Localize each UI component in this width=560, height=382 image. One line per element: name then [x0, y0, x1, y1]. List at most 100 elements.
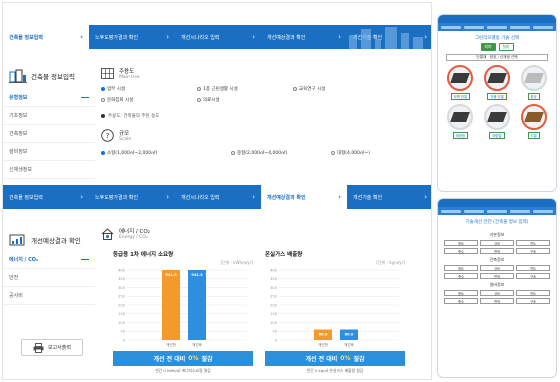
nav-label: 건축물 정보입력 — [9, 194, 43, 201]
tech-card[interactable]: 태양열 — [481, 104, 514, 139]
radio-small[interactable]: 소형(1,000㎡~2,000㎡) — [101, 150, 231, 156]
nav-step-technology[interactable]: 개선기술 확인 › — [347, 185, 431, 209]
note-text: 주용도: 건축물의 주된 용도 — [108, 114, 160, 119]
desktop-panel: 건축물 정보입력 › 노후도평가결과 확인 › 개선시나리오 입력 › 개선예상결과 … — [2, 2, 432, 380]
energy-label: 에너지 / CO₂ — [119, 229, 150, 235]
saving-note: 연간 0 kg/㎡ 온실가스 배출량 절감 — [306, 368, 364, 373]
radio-office[interactable]: 업무 시설 — [101, 86, 197, 92]
sidebar-item-cost[interactable]: 공사비 — [3, 287, 95, 305]
nav-step-building-info[interactable]: 건축물 정보입력 › — [3, 185, 89, 209]
form-field[interactable]: 용도 — [444, 265, 478, 271]
nav-step-expected-result[interactable]: 개선예상결과 확인 › — [261, 185, 347, 209]
bar-value-label: 941.3 — [165, 273, 177, 277]
form-field[interactable]: 연도 — [516, 265, 550, 271]
tech-image — [483, 104, 510, 130]
saving-note: 연간 0 kWh/㎡ 에너지소요량 절감 — [155, 368, 211, 373]
bar-value-label: 60.0 — [319, 333, 328, 337]
sidebar-item-architecture[interactable]: 건축정보 — [3, 125, 95, 143]
radio-education[interactable]: 교육연구 시설 — [293, 86, 389, 92]
form-field[interactable]: 규모 — [480, 265, 514, 271]
bar-value-label: 60.0 — [345, 333, 354, 337]
printer-icon — [33, 342, 44, 353]
y-tick-label: 0 — [123, 338, 126, 342]
step-nav-bottom: 건축물 정보입력 › 노후도평가결과 확인 › 개선시나리오 입력 › 개선예상결과 … — [3, 185, 431, 209]
tech-card[interactable]: 지열 — [517, 104, 550, 139]
phone-title: 그린리모델링 기술 선택 — [474, 36, 520, 41]
sidebar-item-type[interactable]: 유형정보 — [3, 89, 95, 107]
form-field[interactable]: 면적 — [480, 273, 514, 279]
question-circle-icon: ? — [101, 129, 114, 142]
tab-equipment[interactable]: 설비 — [498, 43, 514, 51]
tech-image — [483, 65, 510, 91]
sidebar-item-safety[interactable]: 안전 — [3, 269, 95, 287]
sidebar-item-equipment[interactable]: 설비정보 — [3, 143, 95, 161]
form-section-title: 설비정보 — [489, 282, 505, 287]
ghg-chart-panel: 온실가스 배출량 [단위 : kg/㎡yr] 400 350 300 250 200 15… — [265, 250, 405, 378]
radio-culture[interactable]: 문화집회 시설 — [101, 97, 197, 103]
form-field[interactable]: 층수 — [444, 248, 478, 254]
sidebar-item-label: 공사비 — [9, 293, 23, 299]
radio-large[interactable]: 대형(4,000㎡~) — [331, 150, 421, 156]
sidebar-item-label: 에너지 / CO₂ — [9, 257, 39, 263]
phone-form: 기본정보 용도 규모 연도 층수 면적 구조 건축정보 용도 규모 연도 층수 … — [438, 227, 556, 308]
phone-step-tabs[interactable] — [438, 23, 556, 31]
radio-medical[interactable]: 의료시설 — [197, 97, 293, 103]
tab-envelope[interactable]: 외피 — [480, 43, 496, 51]
y-tick-label: 100 — [118, 321, 126, 325]
x-category-label: 개선전 — [318, 342, 328, 347]
nav-step-aging-result[interactable]: 노후도평가결과 확인 › — [89, 25, 175, 49]
phone-step-tabs[interactable] — [438, 207, 556, 215]
building-info-form: 주용도 Main Use 업무 시설 1종 근린생활 시설 교육연구 시설 문화… — [101, 67, 425, 156]
tech-card[interactable]: 태양광 — [444, 104, 477, 139]
radio-medium[interactable]: 중형(2,000㎡~4,000㎡) — [231, 150, 331, 156]
form-field[interactable]: 구조 — [516, 298, 550, 304]
form-field[interactable]: 연도 — [516, 290, 550, 296]
y-tick-label: 400 — [270, 268, 278, 272]
tech-image — [447, 65, 474, 91]
saving-prefix: 개선 전 대비 — [153, 356, 186, 363]
saving-suffix: 절감 — [353, 356, 365, 363]
form-field[interactable]: 면적 — [480, 248, 514, 254]
energy-chart-panel: 등급용 1차 에너지 소요량 [단위 : kWh/㎡yr] 400 350 300 2… — [113, 250, 253, 378]
section-header: 개선예상결과 확인 — [3, 229, 95, 251]
radio-dot — [293, 87, 297, 91]
nav-step-building-info[interactable]: 건축물 정보입력 › — [3, 25, 89, 49]
nav-step-aging-result[interactable]: 노후도평가결과 확인 › — [89, 185, 175, 209]
form-field[interactable]: 연도 — [516, 240, 550, 246]
radio-neighborhood[interactable]: 1종 근린생활 시설 — [197, 86, 293, 92]
bar-개선후 — [188, 270, 206, 340]
nav-step-scenario-input[interactable]: 개선시나리오 입력 › — [175, 185, 261, 209]
y-tick-label: 0 — [275, 338, 278, 342]
form-row: 층수 면적 구조 — [444, 298, 550, 304]
tech-image — [447, 104, 474, 130]
tech-card[interactable]: 외벽 단열 — [444, 65, 477, 100]
sidebar-item-energy[interactable]: 에너지 / CO₂ — [3, 251, 95, 269]
chart-title: 온실가스 배출량 — [265, 252, 303, 258]
sidebar-item-basic[interactable]: 기초정보 — [3, 107, 95, 125]
phone-select[interactable]: 단열재 · 창호 / 신재생 선택 — [446, 54, 548, 61]
y-tick-label: 400 — [118, 268, 126, 272]
form-field[interactable]: 용도 — [444, 290, 478, 296]
tech-card[interactable]: 지붕 단열 — [481, 65, 514, 100]
nav-label: 노후도평가결과 확인 — [95, 34, 138, 41]
nav-step-scenario-input[interactable]: 개선시나리오 입력 › — [175, 25, 261, 49]
sidebar-item-label: 설비정보 — [9, 149, 28, 155]
form-field[interactable]: 면적 — [480, 298, 514, 304]
form-field[interactable]: 층수 — [444, 298, 478, 304]
nav-step-expected-result[interactable]: 개선예상결과 확인 › — [261, 25, 347, 49]
form-field[interactable]: 용도 — [444, 240, 478, 246]
form-field[interactable]: 구조 — [516, 248, 550, 254]
form-field[interactable]: 구조 — [516, 273, 550, 279]
chevron-right-icon: › — [80, 193, 83, 201]
tech-card[interactable]: 창호 — [517, 65, 550, 100]
form-field[interactable]: 규모 — [480, 290, 514, 296]
form-section-title: 건축정보 — [489, 257, 505, 262]
form-field[interactable]: 층수 — [444, 273, 478, 279]
sidebar-item-renewable[interactable]: 신재생정보 — [3, 161, 95, 179]
form-field[interactable]: 규모 — [480, 240, 514, 246]
phone-status-bar — [438, 15, 556, 23]
scale-label: 규모 — [119, 131, 130, 137]
report-button-label: 보고서출력 — [47, 345, 71, 351]
phone-title: 기술개선 안전 (건축물 정보 입력) — [465, 220, 529, 225]
report-print-button[interactable]: 보고서출력 — [21, 339, 83, 356]
